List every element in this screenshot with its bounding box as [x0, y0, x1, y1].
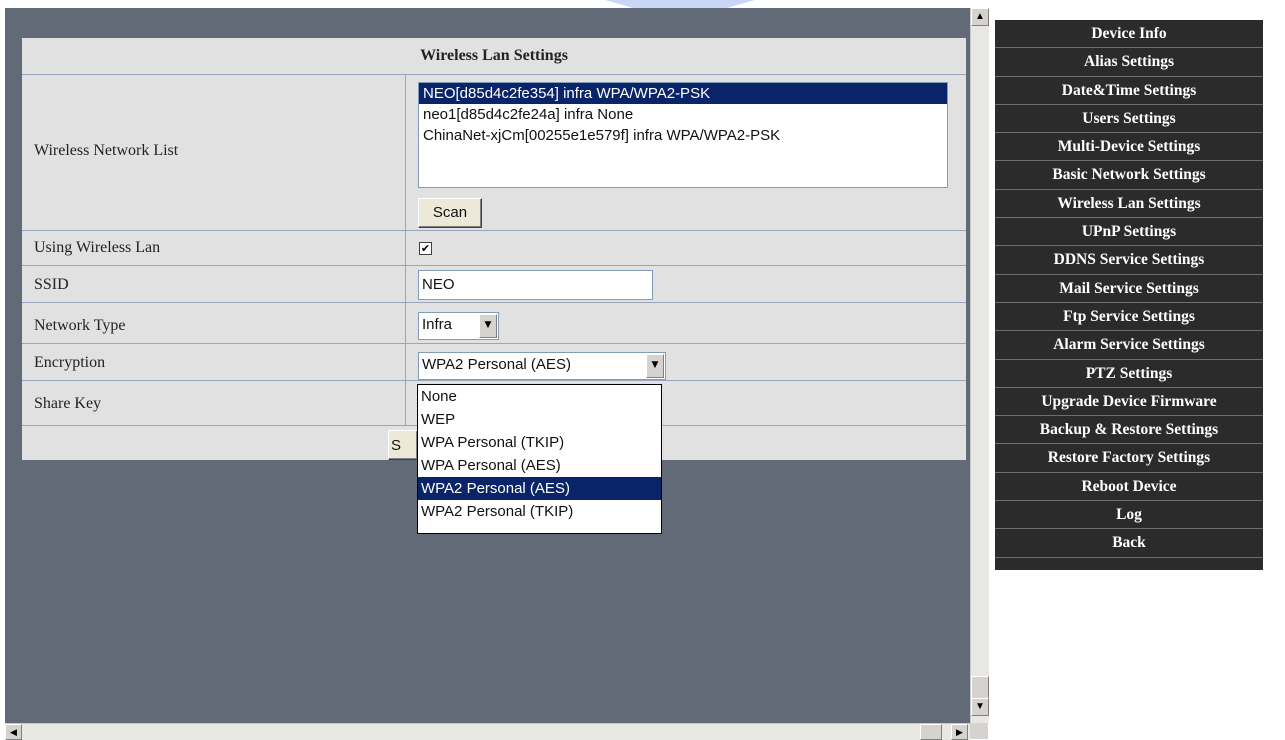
share-key-label: Share Key: [34, 395, 102, 412]
network-list-item[interactable]: neo1[d85d4c2fe24a] infra None: [419, 104, 947, 125]
menu-item-device-info[interactable]: Device Info: [995, 20, 1263, 49]
menu-item-alarm-service-settings[interactable]: Alarm Service Settings: [995, 331, 1263, 360]
encryption-value: WPA2 Personal (AES): [422, 356, 571, 373]
chevron-down-icon[interactable]: ▼: [479, 314, 497, 338]
menu-item-alias-settings[interactable]: Alias Settings: [995, 48, 1263, 77]
scroll-up-icon[interactable]: ▲: [971, 8, 989, 26]
network-list[interactable]: NEO[d85d4c2fe354] infra WPA/WPA2-PSK neo1…: [418, 82, 948, 188]
menu-item-log[interactable]: Log: [995, 501, 1263, 530]
encryption-select[interactable]: WPA2 Personal (AES) ▼: [418, 352, 666, 380]
encryption-option[interactable]: WPA Personal (AES): [418, 454, 661, 477]
encryption-option[interactable]: WPA2 Personal (AES): [418, 477, 661, 500]
encryption-row: Encryption WPA2 Personal (AES) ▼: [22, 344, 966, 381]
menu-item-wireless-lan-settings[interactable]: Wireless Lan Settings: [995, 189, 1263, 219]
using-wireless-row: Using Wireless Lan ✔: [22, 231, 966, 266]
encryption-option[interactable]: WEP: [418, 408, 661, 431]
menu-item-ptz-settings[interactable]: PTZ Settings: [995, 359, 1263, 388]
horizontal-scroll-thumb[interactable]: [920, 724, 942, 740]
network-type-select[interactable]: Infra ▼: [418, 312, 499, 340]
chevron-down-icon[interactable]: ▼: [646, 354, 664, 378]
encryption-dropdown-list[interactable]: None WEP WPA Personal (TKIP) WPA Personal (…: [417, 384, 662, 534]
title-row: Wireless Lan Settings: [22, 38, 966, 75]
ssid-row: SSID NEO: [22, 266, 966, 303]
scroll-left-icon[interactable]: ◀: [5, 724, 22, 740]
menu-item-back[interactable]: Back: [995, 529, 1263, 558]
network-type-label: Network Type: [34, 317, 126, 334]
encryption-option[interactable]: None: [418, 385, 661, 408]
network-list-label: Wireless Network List: [34, 142, 179, 159]
encryption-label: Encryption: [34, 354, 106, 371]
network-list-item[interactable]: ChinaNet-xjCm[00255e1e579f] infra WPA/WP…: [419, 125, 947, 146]
menu-item-ftp-service-settings[interactable]: Ftp Service Settings: [995, 302, 1263, 332]
menu-item-upgrade-device-firmware[interactable]: Upgrade Device Firmware: [995, 387, 1263, 417]
encryption-option[interactable]: WPA2 Personal (TKIP): [418, 500, 661, 523]
menu-item-upnp-settings[interactable]: UPnP Settings: [995, 218, 1263, 247]
page-title: Wireless Lan Settings: [420, 47, 568, 64]
using-wireless-label: Using Wireless Lan: [34, 239, 161, 256]
vertical-scrollbar[interactable]: ▲ ▼: [970, 8, 989, 723]
menu-item-users-settings[interactable]: Users Settings: [995, 104, 1263, 134]
menu-item-date-time-settings[interactable]: Date&Time Settings: [995, 76, 1263, 105]
menu-item-restore-factory-settings[interactable]: Restore Factory Settings: [995, 444, 1263, 473]
menu-item-ddns-service-settings[interactable]: DDNS Service Settings: [995, 246, 1263, 275]
scroll-right-icon[interactable]: ▶: [951, 724, 968, 740]
scroll-down-icon[interactable]: ▼: [971, 698, 989, 716]
side-menu: Device Info Alias Settings Date&Time Setti…: [995, 20, 1263, 558]
menu-item-reboot-device[interactable]: Reboot Device: [995, 472, 1263, 502]
network-list-item[interactable]: NEO[d85d4c2fe354] infra WPA/WPA2-PSK: [419, 83, 947, 104]
vertical-scroll-thumb[interactable]: [971, 676, 989, 700]
network-type-value: Infra: [422, 316, 453, 333]
save-button[interactable]: S: [388, 430, 418, 460]
menu-item-multi-device-settings[interactable]: Multi-Device Settings: [995, 133, 1263, 162]
menu-item-basic-network-settings[interactable]: Basic Network Settings: [995, 161, 1263, 190]
using-wireless-checkbox[interactable]: ✔: [419, 242, 432, 255]
ssid-input[interactable]: NEO: [418, 270, 653, 300]
scan-button[interactable]: Scan: [418, 198, 482, 228]
ssid-label: SSID: [34, 276, 69, 293]
menu-item-backup-restore-settings[interactable]: Backup & Restore Settings: [995, 416, 1263, 445]
horizontal-scrollbar[interactable]: ◀ ▶: [5, 723, 970, 740]
encryption-option[interactable]: WPA Personal (TKIP): [418, 431, 661, 454]
menu-item-mail-service-settings[interactable]: Mail Service Settings: [995, 274, 1263, 303]
network-type-row: Network Type Infra ▼: [22, 303, 966, 344]
scrollbar-corner: [970, 723, 988, 739]
